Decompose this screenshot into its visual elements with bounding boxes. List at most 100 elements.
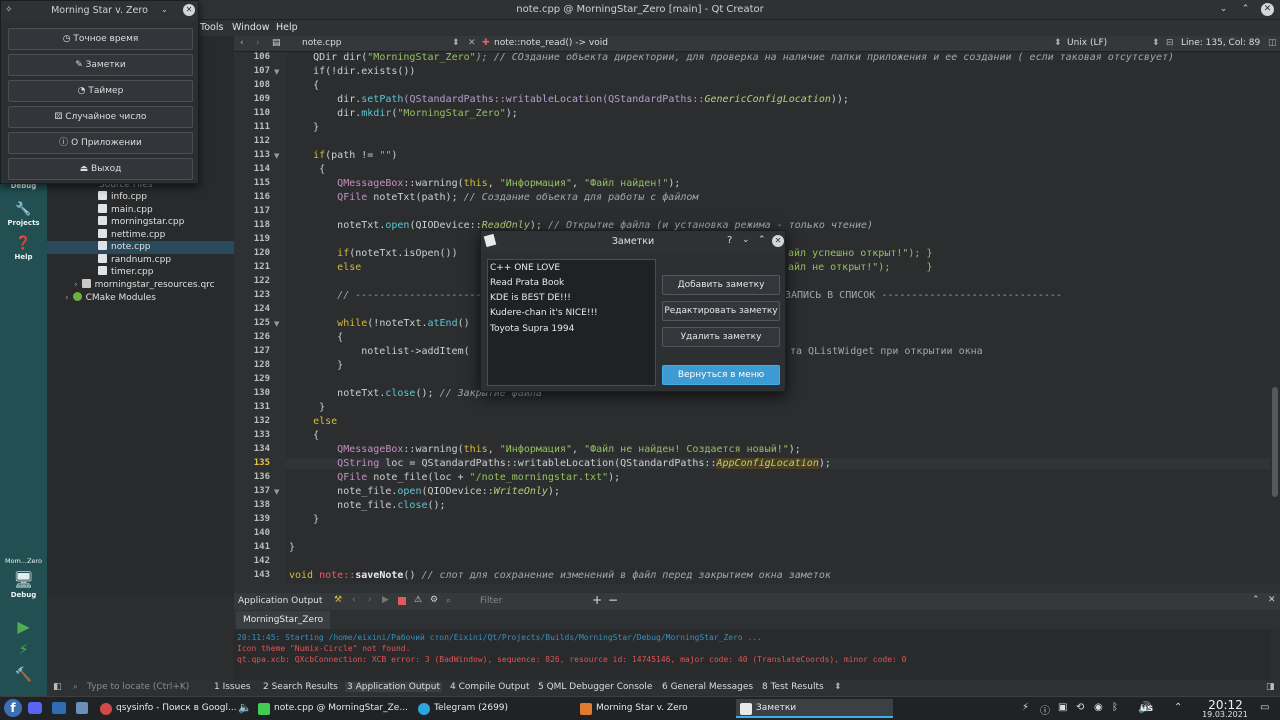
document-selector[interactable]: note.cpp xyxy=(302,38,342,48)
build-button[interactable]: 🔨 xyxy=(0,667,47,683)
network-icon[interactable]: ⟲ xyxy=(1076,702,1084,713)
taskbar-task-morningstar[interactable]: Morning Star v. Zero xyxy=(576,699,733,718)
toggle-right-sidebar-icon[interactable]: ◨ xyxy=(1266,682,1275,692)
pane-tab-search-results[interactable]: 2 Search Results xyxy=(263,682,338,692)
mode-help[interactable]: ❓ Help xyxy=(0,236,47,261)
pane-tab-application-output[interactable]: 3 Application Output xyxy=(345,682,442,692)
taskbar-task-qtcreator[interactable]: note.cpp @ MorningStar_Ze... xyxy=(254,699,411,718)
filter-input[interactable]: Filter xyxy=(480,596,502,606)
tree-file[interactable]: morningstar.cpp xyxy=(47,216,234,229)
pane-tab-test-results[interactable]: 8 Test Results xyxy=(762,682,824,692)
help-icon[interactable]: ? xyxy=(727,235,732,246)
files-icon[interactable] xyxy=(76,702,88,714)
close-document-icon[interactable]: ✕ xyxy=(468,38,476,48)
random-number-button[interactable]: ⚄ Случайное число xyxy=(8,106,193,128)
fold-icon[interactable]: ▼ xyxy=(274,152,279,160)
output-tab-morningstar[interactable]: MorningStar_Zero xyxy=(236,611,331,629)
stop-icon[interactable] xyxy=(398,597,406,605)
exit-button[interactable]: ⏏ Выход xyxy=(8,158,193,180)
split-icon[interactable]: ⊟ xyxy=(1166,38,1174,48)
clipboard-icon[interactable]: ▣ xyxy=(1058,702,1067,713)
menu-help[interactable]: Help xyxy=(276,22,298,33)
keyboard-layout[interactable]: us xyxy=(1140,703,1153,714)
maximize-pane-icon[interactable]: ⌃ xyxy=(1252,595,1260,605)
launcher-icon[interactable] xyxy=(52,702,66,714)
tree-file[interactable]: nettime.cpp xyxy=(47,228,234,242)
close-button[interactable]: ✕ xyxy=(1261,3,1274,16)
cursor-position[interactable]: Line: 135, Col: 89 xyxy=(1181,38,1260,48)
list-item[interactable]: Kudere-chan it's NICE!!! xyxy=(490,308,598,318)
tree-file[interactable]: main.cpp xyxy=(47,203,234,217)
tree-file[interactable]: randnum.cpp xyxy=(47,253,234,267)
updates-icon[interactable]: ◉ xyxy=(1094,702,1103,713)
line-ending-selector[interactable]: Unix (LF) xyxy=(1067,38,1107,48)
speaker-icon[interactable]: 🔈 xyxy=(238,701,252,714)
pane-tab-issues[interactable]: 1 Issues xyxy=(214,682,251,692)
tray-icon[interactable]: ⚡ xyxy=(1022,702,1029,713)
close-pane-icon[interactable]: ✕ xyxy=(1268,595,1276,605)
fold-icon[interactable]: ▼ xyxy=(274,320,279,328)
edit-note-button[interactable]: Редактировать заметку xyxy=(662,301,780,321)
toggle-sidebar-icon[interactable]: ◧ xyxy=(53,682,62,692)
delete-note-button[interactable]: Удалить заметку xyxy=(662,327,780,347)
chevron-up-icon[interactable]: ⌃ xyxy=(1174,702,1182,713)
exact-time-button[interactable]: ◷ Точное время xyxy=(8,28,193,50)
timer-button[interactable]: ◔ Таймер xyxy=(8,80,193,102)
remove-icon[interactable]: − xyxy=(608,593,618,607)
minimize-icon[interactable]: ⌄ xyxy=(742,235,750,245)
about-button[interactable]: ⓘ О Приложении xyxy=(8,132,193,154)
pane-tab-qml-debugger[interactable]: 5 QML Debugger Console xyxy=(538,682,652,692)
debug-run-button[interactable]: ⚡ xyxy=(0,642,47,658)
tree-file[interactable]: timer.cpp xyxy=(47,266,234,279)
clock-date[interactable]: 19.03.2021 xyxy=(1196,710,1254,719)
app-launcher-icon[interactable]: f xyxy=(4,699,22,717)
tree-resources[interactable]: › morningstar_resources.qrc xyxy=(47,279,234,292)
nav-back-icon[interactable]: ‹ xyxy=(240,38,244,48)
menu-window[interactable]: Window xyxy=(232,22,269,33)
list-item[interactable]: Read Prata Book xyxy=(490,278,564,288)
pane-tab-general-messages[interactable]: 6 General Messages xyxy=(662,682,753,692)
taskbar-task-notes[interactable]: Заметки xyxy=(736,699,893,718)
bluetooth-icon[interactable]: ᛒ xyxy=(1112,702,1118,713)
application-output[interactable]: 20:11:45: Starting /home/eixini/Рабочий … xyxy=(234,629,1270,680)
tree-file[interactable]: info.cpp xyxy=(47,191,234,204)
list-item[interactable]: C++ ONE LOVE xyxy=(490,263,560,273)
next-icon[interactable]: › xyxy=(368,595,372,605)
prev-icon[interactable]: ‹ xyxy=(352,595,356,605)
editor-scrollbar[interactable] xyxy=(1270,52,1280,584)
dialog-close-button[interactable]: ✕ xyxy=(772,235,784,247)
notes-button[interactable]: ✎ Заметки xyxy=(8,54,193,76)
tree-file-selected[interactable]: note.cpp xyxy=(47,241,234,254)
scrollbar-thumb[interactable] xyxy=(1272,387,1278,497)
locator-input[interactable]: Type to locate (Ctrl+K) xyxy=(87,682,189,692)
fold-icon[interactable]: ▼ xyxy=(274,488,279,496)
taskbar-task-telegram[interactable]: Telegram (2699) xyxy=(414,699,574,718)
add-note-button[interactable]: Добавить заметку xyxy=(662,275,780,295)
attach-icon[interactable]: ⚒ xyxy=(334,595,342,605)
gear-icon[interactable]: ⚙ xyxy=(430,595,438,605)
clear-icon[interactable]: ⚠ xyxy=(414,595,422,605)
dropdown-icon[interactable]: ⬍ xyxy=(834,682,842,692)
list-item[interactable]: Toyota Supra 1994 xyxy=(490,324,574,334)
kit-selector[interactable]: 🖥 Debug xyxy=(0,570,47,599)
popup-minimize-button[interactable]: ⌄ xyxy=(161,5,168,14)
pane-tab-compile-output[interactable]: 4 Compile Output xyxy=(450,682,530,692)
maximize-button[interactable]: ⌃ xyxy=(1239,3,1252,16)
fold-icon[interactable]: ▼ xyxy=(274,68,279,76)
nav-forward-icon[interactable]: › xyxy=(256,38,260,48)
split-editor-icon[interactable]: ◫ xyxy=(1268,38,1277,48)
run-button[interactable]: ▶ xyxy=(0,617,47,636)
menu-tools[interactable]: Tools xyxy=(200,22,223,33)
info-icon[interactable]: ⓘ xyxy=(1040,702,1050,717)
minimize-button[interactable]: ⌄ xyxy=(1217,3,1230,16)
taskbar-task-browser[interactable]: qsysinfo - Поиск в Googl... xyxy=(96,699,237,718)
dropdown-icon[interactable]: ⬍ xyxy=(1152,38,1160,48)
maximize-icon[interactable]: ⌃ xyxy=(758,235,766,245)
back-to-menu-button[interactable]: Вернуться в меню xyxy=(662,365,780,385)
dropdown-icon[interactable]: ⬍ xyxy=(452,38,460,48)
tree-cmake-modules[interactable]: › CMake Modules xyxy=(47,291,234,305)
play-icon[interactable]: ▶ xyxy=(382,595,389,605)
popup-close-button[interactable]: ✕ xyxy=(183,4,195,16)
notes-list[interactable]: C++ ONE LOVE Read Prata Book KDE is BEST… xyxy=(487,259,656,386)
horizontal-splitter[interactable] xyxy=(234,584,1280,593)
